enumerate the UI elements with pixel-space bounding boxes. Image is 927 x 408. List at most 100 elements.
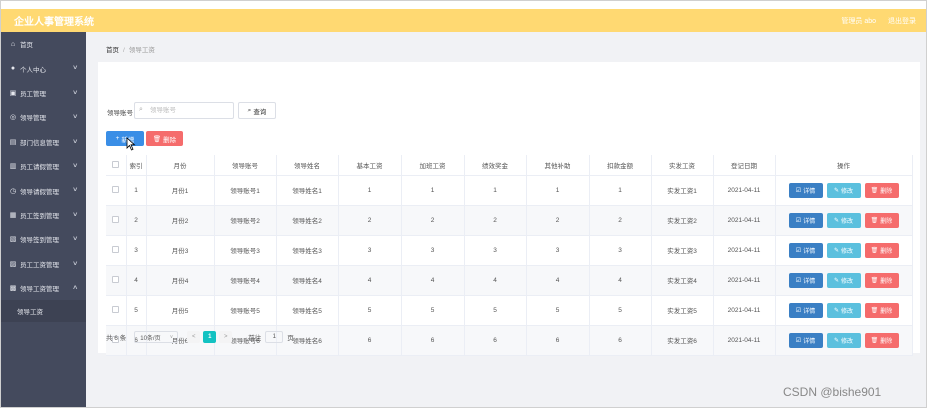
table-cell: 实发工资6 [651, 325, 714, 356]
delete-button-label: 删除 [880, 248, 893, 255]
table-cell: 3 [589, 235, 652, 266]
logout-link[interactable]: 退出登录 [888, 16, 916, 26]
trash-icon: 🗑 [870, 187, 879, 194]
sidebar-item[interactable]: ▣ 员工管理 ∨ [1, 81, 86, 105]
table-cell: 月份4 [146, 265, 215, 296]
delete-button[interactable]: 🗑 删除 [864, 302, 899, 318]
sidebar-item[interactable]: ● 个人中心 ∨ [1, 56, 86, 80]
edit-button[interactable]: ✎ 修改 [826, 242, 861, 258]
delete-button[interactable]: 🗑 删除 [864, 272, 899, 288]
delete-button[interactable]: 🗑 删除 [864, 182, 899, 198]
row-actions: ☑ 详情 ✎ 修改 🗑 删除 [775, 265, 913, 296]
sidebar-item-label: 领导管理 [20, 115, 46, 123]
select-all-checkbox-cell[interactable] [106, 155, 127, 176]
goto-page-input[interactable]: 1 [265, 331, 284, 343]
trash-icon: 🗑 [870, 247, 879, 254]
row-checkbox-cell[interactable] [106, 175, 127, 206]
chevron-down-icon: ∨ [71, 162, 78, 169]
next-page-button[interactable]: > [219, 331, 233, 343]
page-size-value: 10条/页 [140, 335, 161, 342]
row-checkbox[interactable] [112, 186, 120, 194]
table-cell: 2021-04-11 [713, 235, 776, 266]
content-card: 领导账号 ⌕ ⌕查询 +新增 🗑删除 索引月份领导账号领导姓名基本工资加班工资绩… [98, 62, 920, 356]
chevron-down-icon: ∨ [169, 334, 174, 340]
checkin-icon: ▦ [9, 211, 17, 219]
sidebar-item[interactable]: ▤ 部门信息管理 ∨ [1, 130, 86, 154]
search-input[interactable] [134, 102, 234, 119]
breadcrumb-home[interactable]: 首页 [106, 47, 119, 54]
row-checkbox[interactable] [112, 276, 120, 284]
edit-button[interactable]: ✎ 修改 [826, 272, 861, 288]
sidebar-item[interactable]: ▦ 员工签到管理 ∨ [1, 203, 86, 227]
delete-button[interactable]: 🗑 删除 [864, 242, 899, 258]
row-checkbox[interactable] [112, 306, 120, 314]
sidebar-item[interactable]: ◎ 领导管理 ∨ [1, 105, 86, 129]
add-button[interactable]: +新增 [106, 131, 144, 146]
column-header: 其他补助 [526, 155, 590, 176]
search-label: 领导账号 [107, 110, 133, 117]
row-checkbox-cell[interactable] [106, 205, 127, 236]
top-right-menu: 管理员 abo 退出登录 [841, 16, 926, 26]
sidebar-item[interactable]: ▥ 员工请假管理 ∨ [1, 154, 86, 178]
page-size-select[interactable]: 10条/页 ∨ [134, 331, 179, 343]
detail-button[interactable]: ☑ 详情 [788, 182, 823, 198]
edit-button[interactable]: ✎ 修改 [826, 332, 861, 348]
row-checkbox-cell[interactable] [106, 295, 127, 326]
sidebar-item[interactable]: ◷ 领导请假管理 ∨ [1, 178, 86, 202]
sidebar-subitem-leader-salary[interactable]: 领导工资 [1, 300, 86, 323]
edit-button[interactable]: ✎ 修改 [826, 302, 861, 318]
column-header: 实发工资 [651, 155, 714, 176]
select-all-checkbox[interactable] [112, 161, 120, 169]
table-cell: 2 [526, 205, 590, 236]
table-cell: 2021-04-11 [713, 325, 776, 356]
detail-button[interactable]: ☑ 详情 [788, 242, 823, 258]
detail-button-label: 详情 [803, 248, 816, 255]
table-cell: 1 [338, 175, 402, 206]
current-user[interactable]: 管理员 abo [841, 16, 876, 26]
row-checkbox[interactable] [112, 246, 120, 254]
delete-button[interactable]: 🗑 删除 [864, 332, 899, 348]
prev-page-button[interactable]: < [187, 331, 201, 343]
doc-icon: ☑ [795, 337, 802, 344]
detail-button[interactable]: ☑ 详情 [788, 332, 823, 348]
row-checkbox[interactable] [112, 216, 120, 224]
row-checkbox-cell[interactable] [106, 235, 127, 266]
row-actions: ☑ 详情 ✎ 修改 🗑 删除 [775, 325, 913, 356]
batch-delete-button[interactable]: 🗑 删除 [146, 131, 183, 146]
page-number-1[interactable]: 1 [203, 331, 217, 343]
sidebar-item[interactable]: ▨ 员工工资管理 ∨ [1, 252, 86, 276]
sidebar-item[interactable]: ▧ 领导签到管理 ∨ [1, 227, 86, 251]
table-cell: 3 [126, 235, 147, 266]
table-cell: 实发工资5 [651, 295, 714, 326]
page-suffix: 页 [287, 335, 294, 342]
table-cell: 1 [401, 175, 465, 206]
edit-button[interactable]: ✎ 修改 [826, 212, 861, 228]
table-cell: 4 [589, 265, 652, 296]
chevron-down-icon: ∨ [71, 89, 78, 96]
delete-button[interactable]: 🗑 删除 [864, 212, 899, 228]
app-frame: 企业人事管理系统 管理员 abo 退出登录 ⌂ 首页 ● 个人中心 ∨ ▣ 员工管理 ∨ ◎ 领导… [0, 0, 927, 408]
sidebar-item[interactable]: ▩ 领导工资管理 ∧ [1, 276, 86, 300]
detail-button[interactable]: ☑ 详情 [788, 212, 823, 228]
table-cell: 3 [464, 235, 527, 266]
row-checkbox-cell[interactable] [106, 265, 127, 296]
table-cell: 月份1 [146, 175, 215, 206]
trash-icon: 🗑 [870, 337, 879, 344]
pencil-icon: ✎ [833, 277, 839, 284]
table-cell: 5 [401, 295, 465, 326]
column-header: 领导姓名 [276, 155, 339, 176]
table-row: 2 月份2 领导账号2 领导姓名2 2 2 2 2 2 实发工资2 2021-04-11 ☑ 详情 ✎ 修改… [106, 205, 913, 236]
sidebar-item-label: 领导签到管理 [20, 237, 59, 245]
table-cell: 2 [589, 205, 652, 236]
table-cell: 领导姓名2 [276, 205, 339, 236]
delete-button-label: 删除 [880, 338, 893, 345]
chevron-up-icon: ∧ [71, 284, 78, 291]
query-button[interactable]: ⌕ 查询 [238, 102, 276, 119]
sidebar: ⌂ 首页 ● 个人中心 ∨ ▣ 员工管理 ∨ ◎ 领导管理 ∨ ▤ 部门信息管理 ∨ ▥ 员工请假管理 ∨ ◷ 领导… [1, 32, 86, 407]
detail-button[interactable]: ☑ 详情 [788, 302, 823, 318]
table-cell: 1 [526, 175, 590, 206]
detail-button[interactable]: ☑ 详情 [788, 272, 823, 288]
column-header: 扣款金额 [589, 155, 652, 176]
edit-button[interactable]: ✎ 修改 [826, 182, 861, 198]
sidebar-item[interactable]: ⌂ 首页 [1, 32, 86, 56]
